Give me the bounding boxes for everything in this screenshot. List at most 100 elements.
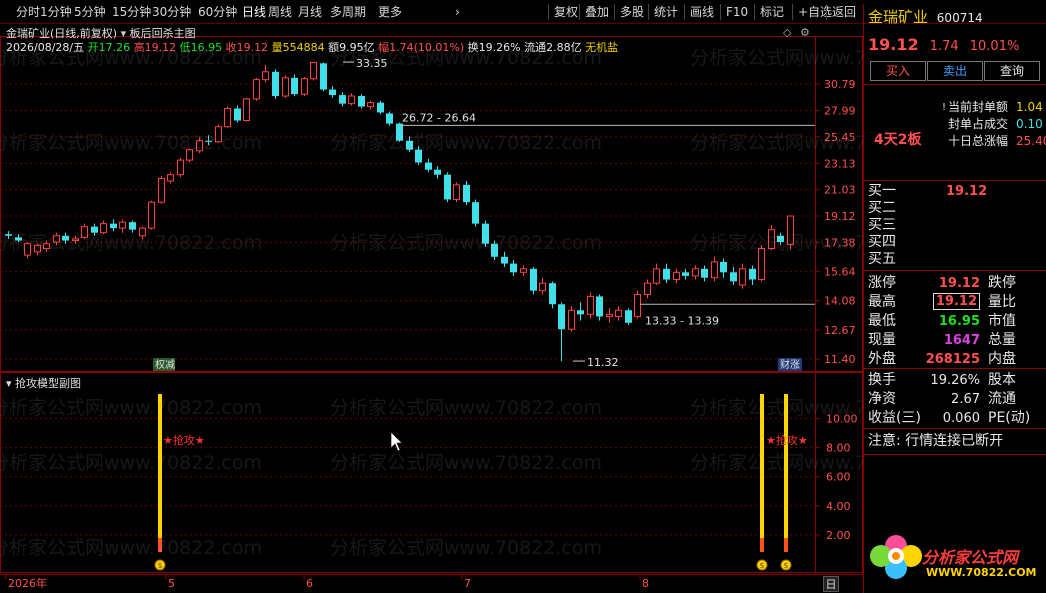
sell-button[interactable]: 卖出 (927, 61, 983, 81)
toolbar-button-4[interactable]: 画线 (690, 3, 714, 21)
candle-body-up (606, 313, 613, 317)
collapse-icon[interactable]: ▾ (6, 377, 12, 390)
candle-body-down (730, 272, 737, 282)
low-mark: 11.32 (587, 356, 619, 369)
period-tab-9[interactable]: 多周期 (330, 3, 366, 21)
stock-name: 金瑞矿业 (868, 8, 929, 26)
candle-body-down (463, 184, 470, 203)
candle-body-down (510, 263, 517, 273)
diamond-icon[interactable]: ◇ (783, 26, 791, 39)
candle-body-up (568, 309, 575, 330)
candle-body-down (596, 296, 603, 317)
y-tick-label: 15.64 (824, 266, 856, 279)
period-tab-7[interactable]: 周线 (268, 3, 292, 21)
price-row: 19.12 1.74 10.01% (868, 35, 1046, 54)
logo-title: 分析家公式网 (922, 548, 1019, 567)
candle-body-down (129, 222, 136, 230)
fundamental-row: 换手 19.26% 股本 (868, 372, 1016, 388)
ohlc-info: 2026/08/28/五 开17.26 高19.12 低16.95 收19.12… (6, 41, 619, 54)
range-label-1: 26.72 - 26.64 (402, 111, 476, 124)
board-tag: 4天2板 (874, 132, 922, 148)
candle-body-down (234, 108, 241, 121)
candle-body-up (539, 282, 546, 292)
query-button[interactable]: 查询 (984, 61, 1040, 81)
period-tab-0[interactable]: 分时 (16, 3, 40, 21)
candle-body-up (301, 78, 308, 95)
current-price: 19.12 (868, 35, 919, 54)
bid-row[interactable]: 买五 (868, 251, 1046, 268)
sub-y-tick-label: 4.00 (826, 500, 851, 513)
candle-body-down (320, 63, 327, 90)
watermark-text: 分析家公式网www.70822.com (690, 232, 863, 254)
period-tab-10[interactable]: 更多 (378, 3, 402, 21)
period-tab-6[interactable]: 日线 (242, 3, 266, 21)
toolbar-button-5[interactable]: F10 (726, 3, 748, 21)
candle-body-down (425, 162, 432, 170)
candle-body-down (434, 169, 441, 175)
toolbar-button-6[interactable]: 标记 (760, 3, 784, 21)
sub-chart-title-text[interactable]: 抢攻模型副图 (15, 377, 81, 390)
watermark-text: 分析家公式网www.70822.com (0, 452, 262, 474)
y-tick-label: 30.79 (824, 78, 856, 91)
signal-bar-base (760, 538, 764, 552)
watermark-text: 分析家公式网www.70822.com (0, 132, 262, 154)
site-logo: 分析家公式网 WWW.70822.COM (864, 524, 1046, 590)
y-tick-label: 14.08 (824, 295, 856, 308)
candle-body-up (644, 282, 651, 295)
watermark-text: 分析家公式网www.70822.com (330, 232, 602, 254)
mouse-cursor-icon (390, 431, 403, 452)
stat-row: 涨停 19.12 跌停 (868, 275, 1016, 291)
period-tab-4[interactable]: 30分钟 (152, 3, 191, 21)
toolbar-button-3[interactable]: 统计 (654, 3, 678, 21)
period-tab-1[interactable]: 1分钟 (40, 3, 72, 21)
bid-row[interactable]: 买一 19.12 (868, 183, 1046, 200)
candle-body-up (282, 77, 289, 97)
chart-area[interactable]: 30.7927.9925.4523.1321.0319.1217.3815.64… (0, 24, 863, 593)
candle-body-down (682, 272, 689, 276)
stat-row: 外盘 268125 内盘 (868, 351, 1016, 367)
candle-body-up (367, 102, 374, 108)
main-chart-frame (0, 36, 863, 372)
logo-url: WWW.70822.COM (926, 566, 1037, 579)
bid-row[interactable]: 买二 (868, 200, 1046, 217)
period-tab-5[interactable]: 60分钟 (198, 3, 237, 21)
signal-label-2: ★抢攻★ (766, 433, 808, 447)
signal-bar-base (784, 538, 788, 552)
stock-code: 600714 (936, 11, 983, 25)
sub-y-tick-label: 2.00 (826, 529, 851, 542)
period-tab-8[interactable]: 月线 (298, 3, 322, 21)
sub-chart-title: ▾ 抢攻模型副图 (6, 375, 81, 391)
day-tab[interactable]: 日 (823, 576, 839, 592)
toolbar-button-0[interactable]: 复权 (554, 3, 578, 21)
candle-body-up (167, 174, 174, 182)
toolbar-button-1[interactable]: 叠加 (585, 3, 609, 21)
watermark-text: 分析家公式网www.70822.com (690, 397, 863, 419)
coin-symbol: $ (759, 561, 764, 570)
candle-body-down (625, 310, 632, 323)
y-tick-label: 11.40 (824, 353, 856, 366)
buy-button[interactable]: 买入 (870, 61, 926, 81)
candle-body-down (472, 202, 479, 224)
candle-body-up (158, 177, 165, 203)
x-tick-label: 2026年 (8, 576, 47, 590)
more-arrow-icon[interactable]: › (455, 3, 460, 21)
candle-body-down (386, 113, 393, 124)
x-tick-label: 5 (168, 577, 175, 590)
badge-right: 财涨 (780, 358, 800, 371)
candle-body-down (444, 174, 451, 200)
x-tick-label: 8 (642, 577, 649, 590)
toolbar-button-8[interactable]: 返回 (832, 3, 856, 21)
watermark-text: 分析家公式网www.70822.com (0, 232, 262, 254)
period-tab-2[interactable]: 5分钟 (74, 3, 106, 21)
bid-row[interactable]: 买四 (868, 234, 1046, 251)
toolbar-button-2[interactable]: 多股 (620, 3, 644, 21)
candle-body-down (749, 268, 756, 280)
candle-body-up (177, 159, 184, 176)
quote-panel: 金瑞矿业 600714 19.12 1.74 10.01% 买入 卖出 查询 当… (863, 4, 1046, 593)
watermark-text: 分析家公式网www.70822.com (690, 132, 863, 154)
options-icon[interactable]: ⚙ (800, 26, 810, 39)
period-tab-3[interactable]: 15分钟 (112, 3, 151, 21)
stat-row: 现量 1647 总量 (868, 332, 1016, 348)
watermark-text: 分析家公式网www.70822.com (0, 397, 262, 419)
bid-row[interactable]: 买三 (868, 217, 1046, 234)
